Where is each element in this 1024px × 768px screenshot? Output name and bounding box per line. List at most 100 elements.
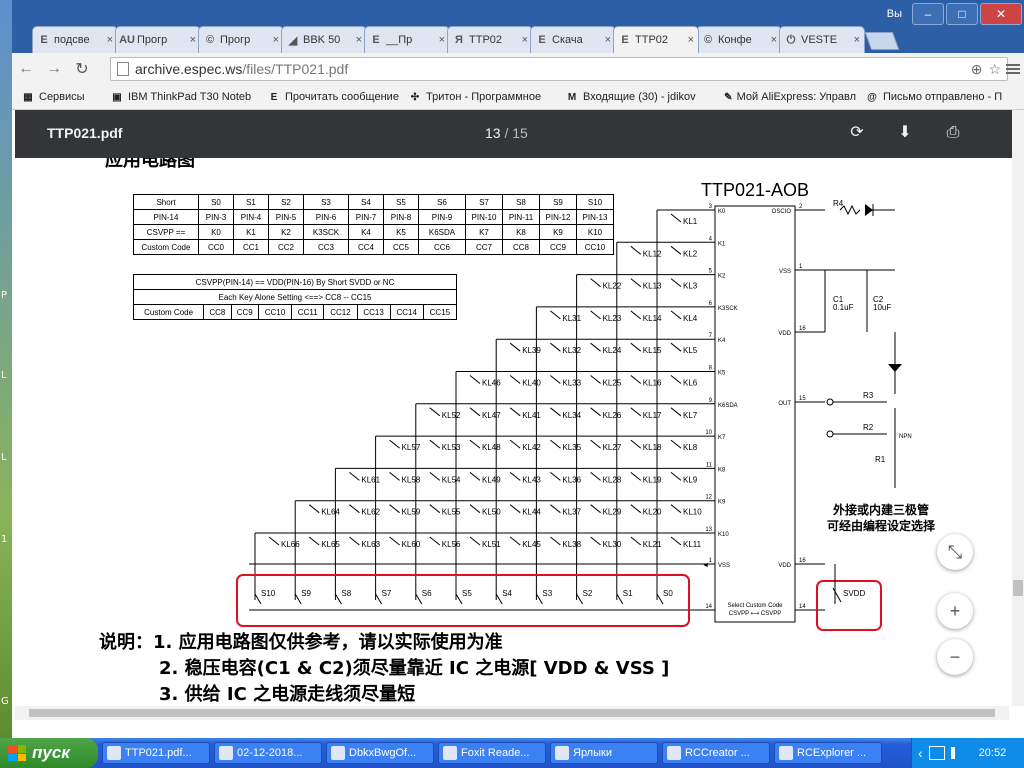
pin-name: VDD [778, 331, 791, 337]
tab-label: Скача [552, 34, 583, 46]
taskbar-task[interactable]: Foxit Reade... [438, 742, 546, 764]
bookmark-item[interactable]: ✣ Тритон - Программное [408, 90, 556, 104]
key-label: KL13 [643, 282, 662, 291]
pin-number: 5 [709, 269, 713, 275]
pdf-page-current[interactable]: 13 [485, 125, 501, 141]
bookmark-item[interactable]: ▣ IBM ThinkPad T30 Noteb [110, 90, 258, 104]
tab-close-icon[interactable]: × [771, 34, 777, 46]
forward-button[interactable]: → [40, 57, 68, 81]
caption-user-label: Вы [886, 8, 902, 20]
key-switch [469, 375, 481, 384]
vertical-scrollbar[interactable] [1012, 110, 1024, 706]
key-label: KL33 [562, 379, 581, 388]
key-switch [590, 439, 601, 449]
key-label: KL35 [562, 443, 581, 452]
tab-8[interactable]: © Конфе × [696, 26, 782, 53]
address-bar[interactable]: archive.espec.ws/files/TTP021.pdf ⊕ ☆ [110, 57, 1008, 81]
key-label: KL5 [683, 346, 698, 355]
key-label: KL56 [442, 540, 461, 549]
key-switch [630, 439, 642, 449]
network-icon[interactable] [928, 746, 945, 760]
rotate-icon[interactable]: ⟳ [847, 123, 867, 143]
key-label: KL2 [683, 249, 698, 258]
bookmark-item[interactable]: ✎ Мой AliExpress: Управл [724, 90, 856, 104]
vss-arrow-icon: ◄ [702, 562, 709, 569]
pin-number: 6 [709, 301, 713, 307]
tab-close-icon[interactable]: × [107, 34, 113, 46]
print-icon[interactable]: ⎙ [943, 123, 963, 143]
url-text[interactable]: archive.espec.ws/files/TTP021.pdf [135, 61, 971, 77]
tab-close-icon[interactable]: × [854, 34, 860, 46]
bookmark-item[interactable]: E Прочитать сообщение [267, 90, 399, 104]
tab-6[interactable]: E Скача × [530, 26, 616, 53]
key-label: KL27 [603, 443, 622, 452]
tab-close-icon[interactable]: × [605, 34, 611, 46]
bookmark-star-icon[interactable]: ☆ [988, 61, 1001, 78]
tab-close-icon[interactable]: × [522, 34, 528, 46]
close-window-button[interactable]: ✕ [980, 3, 1022, 25]
key-label: KL14 [643, 314, 662, 323]
taskbar-task[interactable]: RCCreator ... [662, 742, 770, 764]
tab-close-icon[interactable]: × [356, 34, 362, 46]
new-tab-button[interactable] [864, 32, 900, 50]
taskbar-task[interactable]: TTP021.pdf... [102, 742, 210, 764]
pin-number: 13 [705, 527, 712, 533]
taskbar-task[interactable]: RCExplorer ... [774, 742, 882, 764]
taskbar-task[interactable]: 02-12-2018... [214, 742, 322, 764]
key-switch [630, 536, 642, 546]
tab-close-icon[interactable]: × [688, 34, 694, 46]
volume-icon[interactable] [950, 747, 965, 759]
maximize-button[interactable]: □ [946, 3, 978, 25]
taskbar-task[interactable]: Ярлыки [550, 742, 658, 764]
tab-7[interactable]: E TTP02 × [613, 26, 699, 53]
tab-favicon-icon: E [538, 34, 546, 46]
zoom-in-button[interactable]: + [937, 593, 973, 629]
task-app-icon [555, 746, 569, 760]
chrome-menu-icon[interactable] [1006, 62, 1020, 76]
download-icon[interactable]: ⬇ [895, 123, 915, 143]
key-switch [670, 278, 682, 287]
tab-1[interactable]: AU Прогр × [115, 26, 201, 53]
key-label: KL19 [643, 475, 662, 484]
bookmark-item[interactable]: M Входящие (30) - jdikov [565, 90, 715, 104]
tab-close-icon[interactable]: × [190, 34, 196, 46]
horizontal-scrollbar[interactable] [15, 706, 1009, 720]
pin-number: 12 [705, 495, 712, 501]
tab-label: TTP02 [635, 34, 669, 46]
pin-number: 16 [799, 326, 806, 332]
tab-strip: Вы – □ ✕ Eподсве × AU Прогр × © Прогр × ◢ BBK 50 ×… [12, 0, 1024, 53]
key-switch [670, 375, 682, 384]
select-switch-label: S7 [382, 589, 392, 598]
tab-5[interactable]: Я TTP02 × [447, 26, 533, 53]
key-switch [630, 310, 642, 320]
tab-9[interactable]: ⏻ VESTE × [779, 26, 865, 53]
minimize-button[interactable]: – [912, 3, 944, 25]
tab-3[interactable]: ◢ BBK 50 × [281, 26, 367, 53]
key-switch [550, 439, 561, 449]
horizontal-scroll-thumb[interactable] [29, 709, 995, 717]
select-switch-label: S4 [502, 589, 512, 598]
fit-page-button[interactable]: ⤡ [937, 534, 973, 570]
key-switch [670, 407, 682, 417]
pin-number: 14 [705, 604, 712, 610]
taskbar-task[interactable]: DbkxBwgOf... [326, 742, 434, 764]
key-label: KL22 [603, 282, 622, 291]
tab-2[interactable]: © Прогр × [198, 26, 284, 53]
bookmark-item[interactable]: ▦ Сервисы [21, 90, 101, 104]
tab-4[interactable]: E __Пр × [364, 26, 450, 53]
taskbar: пуск TTP021.pdf... 02-12-2018... DbkxBwgOf… [0, 738, 1024, 768]
svdd-label: SVDD [843, 589, 865, 598]
tab-close-icon[interactable]: × [439, 34, 445, 46]
back-button[interactable]: ← [12, 57, 40, 81]
clock[interactable]: 20:52 [979, 747, 1007, 759]
task-label: RCExplorer ... [797, 747, 867, 759]
reload-button[interactable]: ↻ [68, 57, 96, 81]
vertical-scroll-thumb[interactable] [1013, 580, 1023, 596]
tab-close-icon[interactable]: × [273, 34, 279, 46]
zoom-out-button[interactable]: − [937, 639, 973, 675]
tab-0[interactable]: Eподсве × [32, 26, 118, 53]
start-button[interactable]: пуск [0, 738, 98, 768]
zoom-icon[interactable]: ⊕ [971, 61, 983, 78]
tray-expand-icon[interactable]: ‹ [918, 745, 923, 761]
bookmark-item[interactable]: @ Письмо отправлено - П [865, 90, 1015, 104]
